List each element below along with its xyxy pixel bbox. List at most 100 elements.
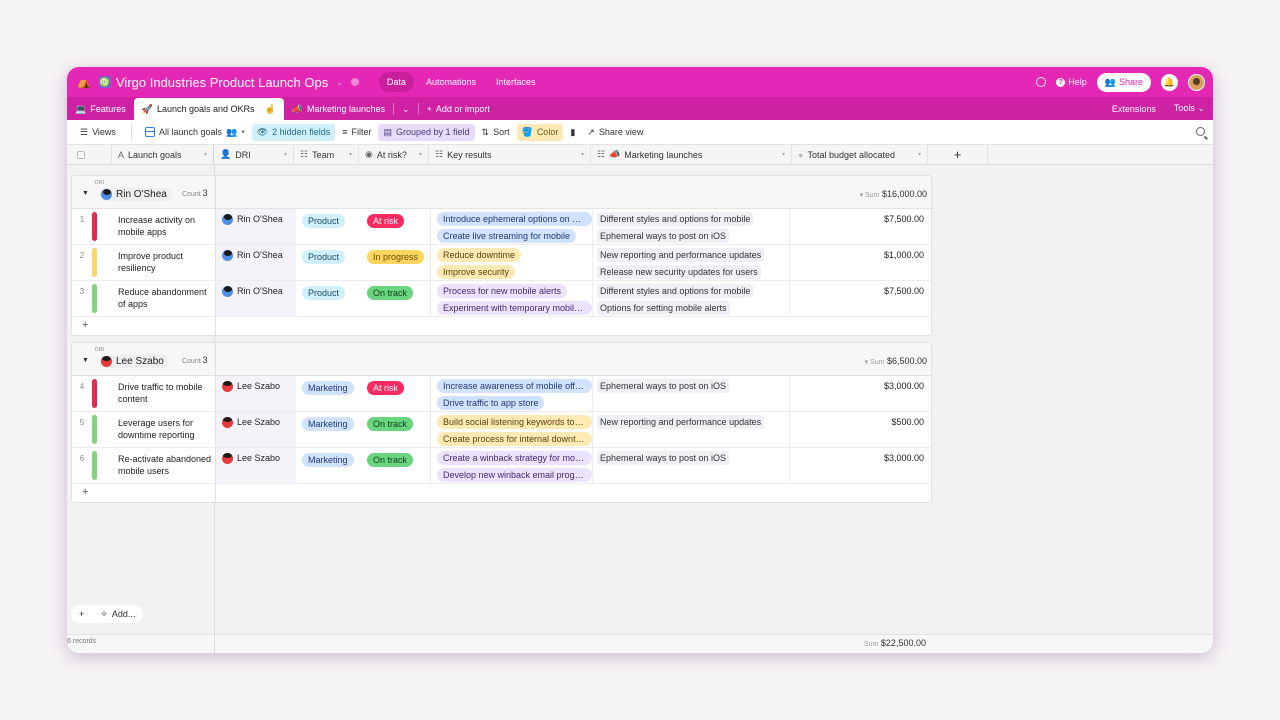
cell-dri[interactable]: Lee Szabo: [216, 376, 296, 411]
key-result-chip[interactable]: Increase awareness of mobile offerin...: [437, 379, 592, 393]
column-header-dri[interactable]: 👤 DRI ▾: [214, 144, 294, 165]
cell-launch-goal[interactable]: Leverage users for downtime reporting: [97, 412, 216, 447]
base-title[interactable]: Virgo Industries Product Launch Ops: [116, 75, 328, 90]
cell-key-results[interactable]: Reduce downtime Improve security: [431, 245, 593, 280]
chevron-down-icon[interactable]: ▾: [349, 151, 352, 158]
cell-team[interactable]: Marketing: [296, 412, 361, 447]
chevron-down-icon[interactable]: ▾: [284, 151, 287, 158]
key-result-chip[interactable]: Process for new mobile alerts: [437, 284, 568, 298]
cell-team[interactable]: Product: [296, 245, 361, 280]
tab-launch-goals[interactable]: 🚀 Launch goals and OKRs ☝: [133, 98, 284, 120]
color-button[interactable]: 🪣 Color: [516, 123, 564, 141]
linked-record-chip[interactable]: Ephemeral ways to post on iOS: [597, 379, 730, 393]
tab-marketing-launches[interactable]: 📣 Marketing launches: [284, 98, 393, 120]
table-row[interactable]: 2 Improve product resiliency Rin O'Shea Pro…: [72, 245, 931, 281]
table-row[interactable]: 4 Drive traffic to mobile content Lee Szab…: [72, 376, 931, 412]
cell-marketing-launches[interactable]: Different styles and options for mobile E…: [593, 209, 790, 244]
row-height-button[interactable]: ▮: [565, 124, 580, 141]
nav-interfaces[interactable]: Interfaces: [488, 72, 544, 92]
cell-total-budget[interactable]: $3,000.00: [790, 448, 928, 483]
add-extension-button[interactable]: ✧ Add...: [92, 609, 143, 620]
views-button[interactable]: ☰ Views: [75, 124, 121, 141]
cell-key-results[interactable]: Introduce ephemeral options on mo... Crea…: [431, 209, 593, 244]
bell-icon[interactable]: 🔔: [1161, 73, 1178, 91]
group-button[interactable]: ▤ Grouped by 1 field: [378, 123, 475, 141]
key-result-chip[interactable]: Introduce ephemeral options on mo...: [437, 212, 592, 226]
chevron-down-icon[interactable]: ▾: [918, 151, 921, 158]
hidden-fields-button[interactable]: 👁 2 hidden fields: [251, 123, 336, 141]
table-row[interactable]: 3 Reduce abandonment of apps Rin O'Shea Pro…: [72, 281, 931, 317]
column-header-marketing-launches[interactable]: ☷ 📣 Marketing launches ▾: [591, 144, 792, 165]
cell-at-risk[interactable]: At risk: [361, 376, 431, 411]
cell-launch-goal[interactable]: Reduce abandonment of apps: [97, 281, 216, 316]
help-button[interactable]: ? Help: [1056, 77, 1087, 87]
cell-launch-goal[interactable]: Increase activity on mobile apps: [97, 209, 216, 244]
cell-launch-goal[interactable]: Improve product resiliency: [97, 245, 216, 280]
more-tables-button[interactable]: ⌄: [394, 98, 418, 120]
key-result-chip[interactable]: Create live streaming for mobile: [437, 229, 577, 243]
cell-marketing-launches[interactable]: Ephemeral ways to post on iOS: [593, 376, 790, 411]
cell-total-budget[interactable]: $3,000.00: [790, 376, 928, 411]
cell-marketing-launches[interactable]: Ephemeral ways to post on iOS: [593, 448, 790, 483]
cell-marketing-launches[interactable]: Different styles and options for mobile O…: [593, 281, 790, 316]
linked-record-chip[interactable]: Different styles and options for mobile: [597, 284, 754, 298]
collapse-triangle-icon[interactable]: ▼: [82, 190, 89, 197]
key-result-chip[interactable]: Improve security: [437, 265, 516, 279]
key-result-chip[interactable]: Build social listening keywords to cat..…: [437, 415, 592, 429]
cell-total-budget[interactable]: $1,000.00: [790, 245, 928, 280]
linked-record-chip[interactable]: Ephemeral ways to post on iOS: [597, 229, 730, 243]
column-header-key-results[interactable]: ☷ Key results ▾: [429, 144, 591, 165]
chevron-down-icon[interactable]: ▾: [204, 151, 207, 158]
cell-at-risk[interactable]: On track: [361, 412, 431, 447]
plus-icon[interactable]: +: [82, 319, 88, 331]
cell-dri[interactable]: Lee Szabo: [216, 448, 296, 483]
cell-at-risk[interactable]: In progress: [361, 245, 431, 280]
cell-key-results[interactable]: Process for new mobile alerts Experiment …: [431, 281, 593, 316]
plus-icon[interactable]: +: [82, 486, 88, 498]
sort-button[interactable]: ⇅ Sort: [477, 124, 515, 141]
chevron-down-icon[interactable]: ▾: [419, 151, 422, 158]
tools-button[interactable]: Tools ⌄: [1174, 103, 1205, 114]
airtable-logo-icon[interactable]: ⛺: [77, 75, 92, 89]
key-result-chip[interactable]: Experiment with temporary mobile m...: [437, 301, 592, 315]
table-row[interactable]: 1 Increase activity on mobile apps Rin O'S…: [72, 209, 931, 245]
add-record-row[interactable]: +: [72, 317, 931, 335]
cell-total-budget[interactable]: $7,500.00: [790, 281, 928, 316]
share-view-button[interactable]: ↗ Share view: [582, 124, 648, 141]
column-header-total-budget[interactable]: ● Total budget allocated ▾: [792, 144, 928, 165]
add-field-button[interactable]: +: [928, 144, 988, 165]
chevron-down-icon[interactable]: ▾: [782, 151, 785, 158]
filter-button[interactable]: ≡ Filter: [337, 124, 376, 140]
cell-marketing-launches[interactable]: New reporting and performance updates: [593, 412, 790, 447]
cell-dri[interactable]: Rin O'Shea: [216, 245, 296, 280]
history-icon[interactable]: [1036, 77, 1047, 87]
select-all-checkbox[interactable]: [77, 150, 85, 159]
linked-record-chip[interactable]: New reporting and performance updates: [597, 248, 765, 262]
column-header-at-risk[interactable]: ◉ At risk? ▾: [359, 144, 429, 165]
linked-record-chip[interactable]: New reporting and performance updates: [597, 415, 765, 429]
cell-at-risk[interactable]: On track: [361, 448, 431, 483]
user-avatar[interactable]: [1188, 73, 1205, 91]
table-row[interactable]: 6 Re-activate abandoned mobile users Lee S…: [72, 448, 931, 484]
tab-features[interactable]: 💻 Features: [67, 98, 134, 120]
collapse-triangle-icon[interactable]: ▼: [82, 357, 89, 364]
linked-record-chip[interactable]: Options for setting mobile alerts: [597, 301, 730, 315]
view-switcher[interactable]: All launch goals 👥 ▾: [140, 124, 250, 141]
linked-record-chip[interactable]: Release new security updates for users: [597, 265, 761, 279]
linked-record-chip[interactable]: Different styles and options for mobile: [597, 212, 754, 226]
cell-dri[interactable]: Lee Szabo: [216, 412, 296, 447]
add-record-row[interactable]: +: [72, 484, 931, 502]
cell-marketing-launches[interactable]: New reporting and performance updates Rel…: [593, 245, 790, 280]
key-result-chip[interactable]: Drive traffic to app store: [437, 396, 545, 410]
cell-total-budget[interactable]: $7,500.00: [790, 209, 928, 244]
total-sum[interactable]: Sum $22,500.00: [864, 638, 926, 648]
group-header[interactable]: DRI ▼ Lee Szabo Count 3 ▾ Sum $6,500.00: [72, 343, 931, 376]
column-header-launch-goals[interactable]: A Launch goals ▾: [112, 144, 214, 165]
key-result-chip[interactable]: Create a winback strategy for mobile...: [437, 451, 592, 465]
cell-at-risk[interactable]: On track: [361, 281, 431, 316]
cell-total-budget[interactable]: $500.00: [790, 412, 928, 447]
cell-team[interactable]: Product: [296, 281, 361, 316]
cell-key-results[interactable]: Create a winback strategy for mobile... D…: [431, 448, 593, 483]
nav-automations[interactable]: Automations: [418, 72, 484, 92]
column-header-team[interactable]: ☷ Team ▾: [294, 144, 359, 165]
